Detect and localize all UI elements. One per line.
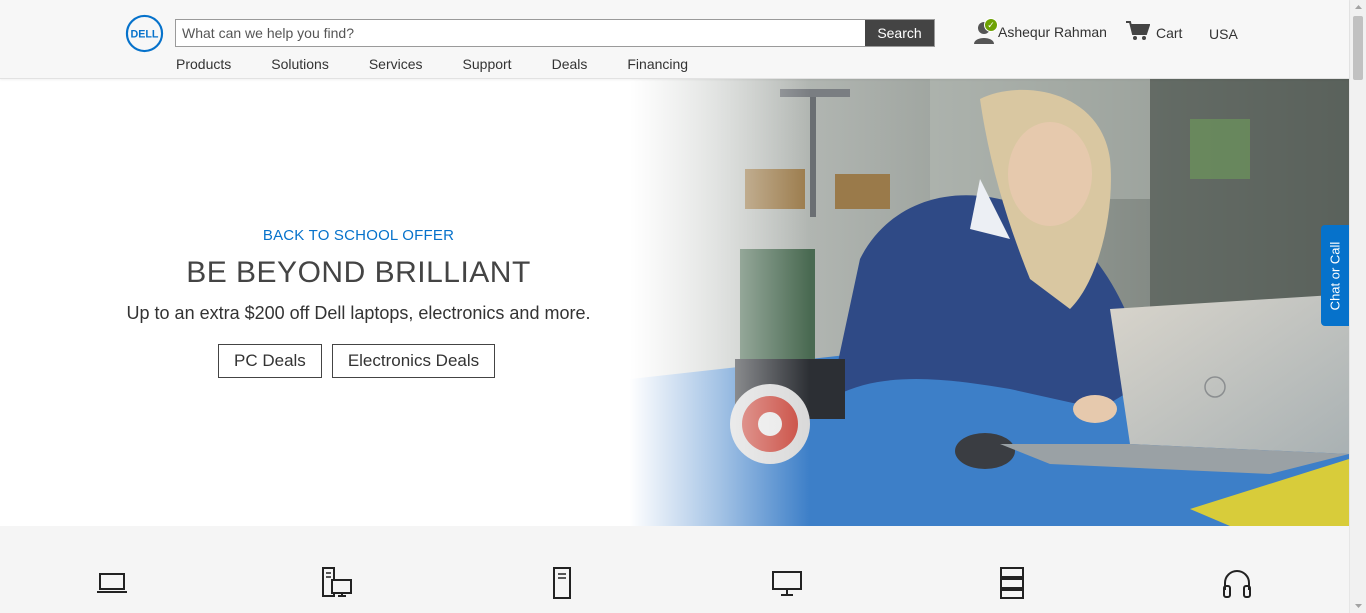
hero-headline: BE BEYOND BRILLIANT	[186, 256, 531, 289]
account-menu[interactable]: ✓ Ashequr Rahman	[973, 16, 1107, 48]
scroll-down-arrow-icon[interactable]	[1350, 599, 1366, 613]
search-input[interactable]	[176, 20, 865, 46]
hero-banner: BACK TO SCHOOL OFFER BE BEYOND BRILLIANT…	[0, 79, 1349, 526]
nav-item-solutions[interactable]: Solutions	[271, 56, 329, 72]
pc-deals-button[interactable]: PC Deals	[218, 344, 322, 378]
user-name: Ashequr Rahman	[998, 24, 1107, 40]
desktop-tower-icon[interactable]	[320, 566, 354, 600]
search-bar: Search	[175, 19, 935, 47]
search-button[interactable]: Search	[865, 20, 934, 46]
chat-or-call-tab[interactable]: Chat or Call	[1321, 225, 1349, 326]
nav-item-services[interactable]: Services	[369, 56, 423, 72]
headphones-icon[interactable]	[1220, 566, 1254, 600]
hero-cta-group: PC Deals Electronics Deals	[218, 344, 505, 378]
main-nav: Products Solutions Services Support Deal…	[176, 56, 728, 72]
hero-subhead: Up to an extra $200 off Dell laptops, el…	[126, 303, 591, 323]
signed-in-check-icon: ✓	[984, 18, 998, 32]
hero-eyebrow: BACK TO SCHOOL OFFER	[262, 227, 455, 244]
server-icon[interactable]	[995, 566, 1029, 600]
scroll-up-arrow-icon[interactable]	[1350, 0, 1366, 14]
nav-item-products[interactable]: Products	[176, 56, 231, 72]
site-header: DELL Search ✓ Ashequr Rahman Cart USA Pr	[0, 0, 1349, 79]
cart-link[interactable]: Cart	[1126, 20, 1183, 46]
tower-icon[interactable]	[545, 566, 579, 600]
nav-item-support[interactable]: Support	[463, 56, 512, 72]
hero-image	[630, 79, 1349, 526]
nav-item-financing[interactable]: Financing	[627, 56, 688, 72]
category-strip	[0, 526, 1349, 613]
electronics-deals-button[interactable]: Electronics Deals	[331, 344, 496, 378]
cart-label: Cart	[1156, 25, 1183, 41]
scrollbar-thumb[interactable]	[1353, 16, 1363, 80]
monitor-icon[interactable]	[770, 566, 804, 600]
nav-item-deals[interactable]: Deals	[552, 56, 588, 72]
laptop-icon[interactable]	[95, 566, 129, 600]
dell-logo[interactable]: DELL	[125, 14, 164, 53]
page-scrollbar[interactable]	[1349, 0, 1366, 613]
cart-icon	[1126, 20, 1151, 46]
country-selector[interactable]: USA	[1209, 26, 1238, 42]
hero-copy: BACK TO SCHOOL OFFER BE BEYOND BRILLIANT…	[100, 79, 617, 526]
logo-text: DELL	[131, 28, 159, 40]
chat-label: Chat or Call	[1327, 241, 1343, 310]
user-icon: ✓	[973, 18, 998, 46]
